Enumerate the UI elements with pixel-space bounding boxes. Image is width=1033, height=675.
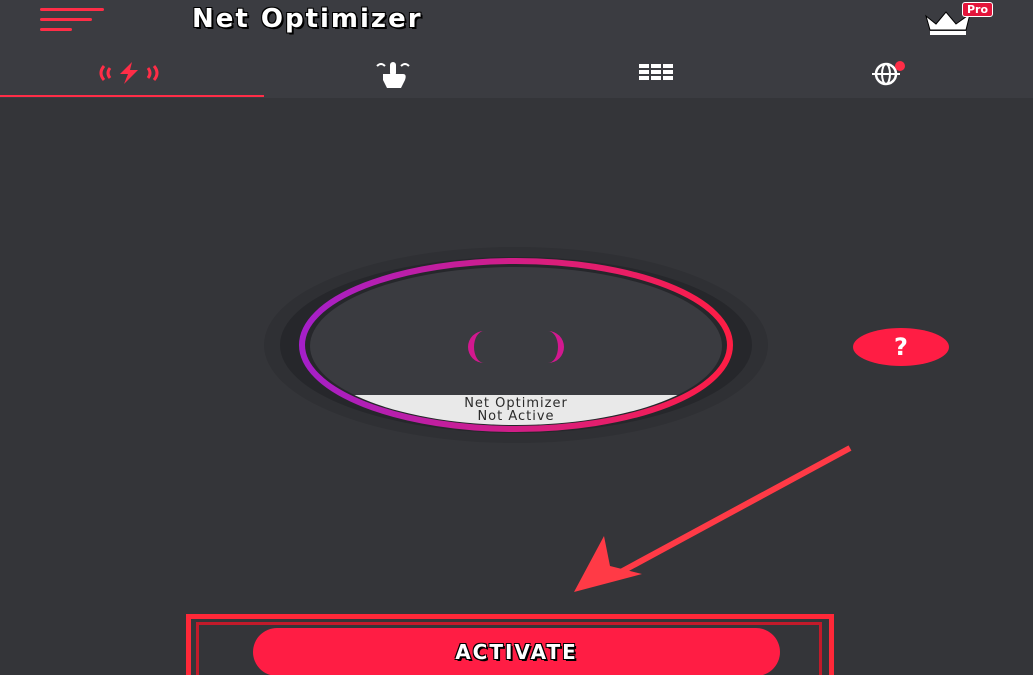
app-title: Net Optimizer: [192, 4, 423, 34]
tab-bar: [0, 50, 1033, 98]
pointer-arrow: [574, 445, 852, 592]
globe-icon: [872, 61, 905, 86]
tab-tap[interactable]: [264, 50, 522, 98]
lightning-signal-icon: [99, 62, 159, 84]
grid-icon: [639, 64, 673, 80]
status-text: Not Active: [477, 409, 555, 424]
activate-button[interactable]: ACTIVATE: [253, 628, 780, 675]
pro-badge: Pro: [962, 2, 994, 17]
pro-upgrade-button[interactable]: Pro: [922, 2, 1008, 36]
help-button[interactable]: ?: [853, 328, 949, 366]
tab-boost[interactable]: [0, 50, 258, 98]
tab-apps[interactable]: [528, 50, 786, 98]
active-tab-indicator: [0, 95, 264, 97]
hamburger-menu-icon[interactable]: [40, 6, 106, 32]
tab-network[interactable]: [760, 50, 1018, 98]
hand-tap-icon: [376, 62, 410, 88]
help-label: ?: [894, 333, 908, 361]
